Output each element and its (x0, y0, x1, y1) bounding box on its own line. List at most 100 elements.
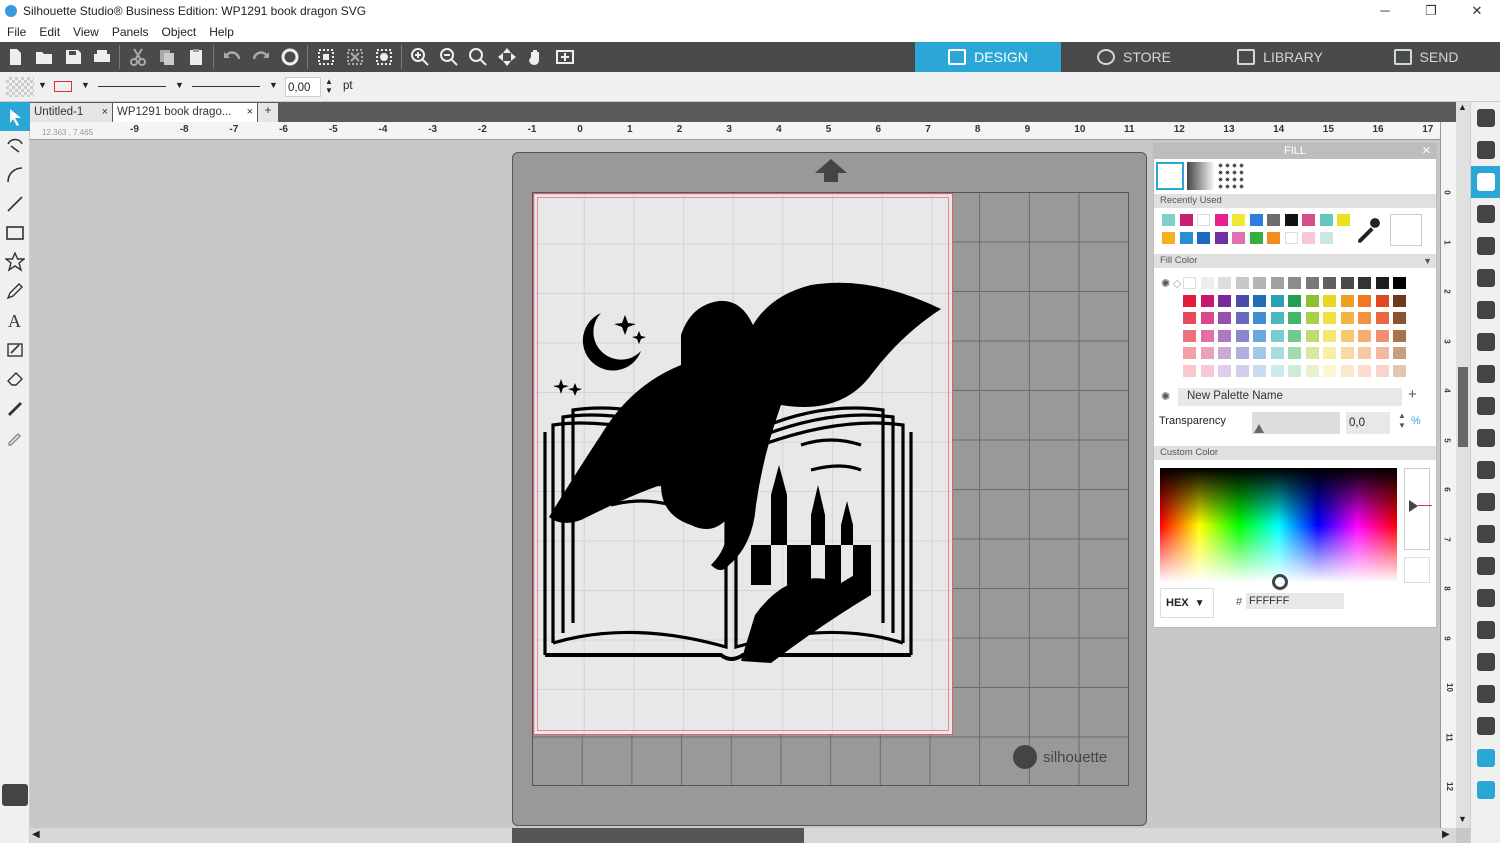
chevron-down-icon[interactable]: ▼ (38, 80, 47, 90)
close-button[interactable]: ✕ (1454, 0, 1500, 22)
align-panel-button[interactable] (1471, 358, 1500, 390)
palette-color-swatch[interactable] (1270, 329, 1284, 342)
palette-color-swatch[interactable] (1305, 364, 1319, 377)
recent-color-swatch[interactable] (1267, 232, 1280, 244)
transparency-input[interactable]: 0,0 (1346, 412, 1390, 434)
deselect-button[interactable] (340, 44, 369, 70)
palette-color-swatch[interactable] (1393, 329, 1406, 342)
add-tab-button[interactable]: + (258, 103, 278, 122)
recent-color-swatch[interactable] (1284, 232, 1298, 244)
menu-help[interactable]: Help (209, 25, 234, 39)
transform-panel-button[interactable] (1471, 422, 1500, 454)
select-by-color-button[interactable] (369, 44, 398, 70)
recent-color-swatch[interactable] (1214, 232, 1228, 244)
palette-color-swatch[interactable] (1323, 294, 1336, 307)
text-tool[interactable]: A (0, 305, 30, 334)
palette-color-swatch[interactable] (1200, 329, 1214, 342)
recent-color-swatch[interactable] (1179, 232, 1193, 244)
tab-store[interactable]: STORE (1061, 42, 1207, 72)
palette-color-swatch[interactable] (1288, 329, 1301, 342)
draw-tool[interactable] (0, 276, 30, 305)
recent-color-swatch[interactable] (1302, 232, 1315, 244)
palette-color-swatch[interactable] (1200, 347, 1214, 359)
brightness-slider[interactable] (1404, 468, 1432, 550)
palette-color-swatch[interactable] (1358, 277, 1371, 289)
recent-color-swatch[interactable] (1214, 214, 1228, 226)
recent-color-swatch[interactable] (1162, 214, 1175, 226)
help-panel-button[interactable] (1471, 774, 1500, 806)
recent-color-swatch[interactable] (1284, 214, 1298, 226)
palette-color-swatch[interactable] (1340, 294, 1354, 307)
zoom-out-button[interactable] (434, 44, 463, 70)
palette-color-swatch[interactable] (1270, 364, 1284, 377)
palette-color-swatch[interactable] (1323, 277, 1336, 289)
zoom-in-button[interactable] (405, 44, 434, 70)
palette-color-swatch[interactable] (1218, 329, 1231, 342)
pattern-panel-button[interactable] (1471, 230, 1500, 262)
scroll-down-icon[interactable]: ▼ (1458, 814, 1467, 824)
recent-color-swatch[interactable] (1179, 214, 1193, 226)
palette-color-swatch[interactable] (1270, 294, 1284, 307)
palette-color-swatch[interactable] (1288, 347, 1301, 359)
palette-color-swatch[interactable] (1288, 312, 1301, 324)
palette-color-swatch[interactable] (1288, 364, 1301, 377)
line-tool[interactable] (0, 189, 30, 218)
line-cap-select[interactable] (192, 86, 260, 87)
palette-color-swatch[interactable] (1183, 329, 1196, 342)
palette-color-swatch[interactable] (1235, 329, 1249, 342)
palette-color-swatch[interactable] (1358, 294, 1371, 307)
gradient-fill-tab[interactable] (1187, 162, 1215, 190)
scroll-left-icon[interactable]: ◀ (32, 829, 40, 840)
fill-panel-button[interactable] (1471, 166, 1500, 198)
recent-color-swatch[interactable] (1232, 232, 1245, 244)
gradient-panel-button[interactable] (1471, 262, 1500, 294)
palette-color-swatch[interactable] (1393, 312, 1406, 324)
line-width-input[interactable]: 0,00 (285, 77, 321, 97)
close-panel-icon[interactable]: ✕ (1422, 144, 1431, 159)
scroll-right-icon[interactable]: ▶ (1442, 829, 1450, 840)
palette-color-swatch[interactable] (1183, 364, 1196, 377)
palette-color-swatch[interactable] (1253, 277, 1266, 289)
import-button[interactable] (2, 784, 28, 806)
recent-color-swatch[interactable] (1267, 214, 1280, 226)
recent-color-swatch[interactable] (1162, 232, 1175, 244)
palette-color-swatch[interactable] (1235, 312, 1249, 324)
palette-color-swatch[interactable] (1393, 364, 1406, 377)
palette-color-swatch[interactable] (1235, 347, 1249, 359)
rectangle-tool[interactable] (0, 218, 30, 247)
color-mode-select[interactable]: HEX ▼ (1160, 588, 1214, 618)
palette-color-swatch[interactable] (1200, 277, 1214, 289)
palette-color-swatch[interactable] (1218, 364, 1231, 377)
tab-library[interactable]: LIBRARY (1207, 42, 1353, 72)
palette-color-swatch[interactable] (1375, 347, 1389, 359)
palette-color-swatch[interactable] (1218, 294, 1231, 307)
layers-panel-button[interactable] (1471, 614, 1500, 646)
menu-panels[interactable]: Panels (112, 25, 149, 39)
palette-color-swatch[interactable] (1393, 347, 1406, 359)
fill-swatch[interactable] (6, 77, 34, 97)
new-document-button[interactable] (0, 44, 29, 70)
chevron-down-icon[interactable]: ▼ (81, 80, 90, 90)
select-all-button[interactable] (311, 44, 340, 70)
vertical-scrollbar[interactable]: ▲ ▼ (1456, 102, 1470, 828)
palette-color-swatch[interactable] (1288, 294, 1301, 307)
copy-button[interactable] (152, 44, 181, 70)
save-button[interactable] (58, 44, 87, 70)
palette-color-swatch[interactable] (1200, 294, 1214, 307)
palette-color-swatch[interactable] (1253, 312, 1266, 324)
hex-input[interactable]: FFFFFF (1246, 593, 1344, 609)
palette-color-swatch[interactable] (1270, 347, 1284, 359)
recent-color-swatch[interactable] (1302, 214, 1315, 226)
redo-button[interactable] (246, 44, 275, 70)
transparency-stepper[interactable]: ▲ ▼ (1398, 411, 1406, 431)
palette-color-swatch[interactable] (1218, 312, 1231, 324)
palette-color-swatch[interactable] (1358, 329, 1371, 342)
pattern-fill-tab[interactable] (1217, 162, 1245, 190)
knife-tool[interactable] (0, 392, 30, 421)
fit-page-button[interactable] (550, 44, 579, 70)
palette-color-swatch[interactable] (1323, 364, 1336, 377)
pan-button[interactable] (521, 44, 550, 70)
close-tab-icon[interactable]: × (102, 106, 108, 118)
settings-panel-button[interactable] (1471, 742, 1500, 774)
palette-color-swatch[interactable] (1305, 347, 1319, 359)
